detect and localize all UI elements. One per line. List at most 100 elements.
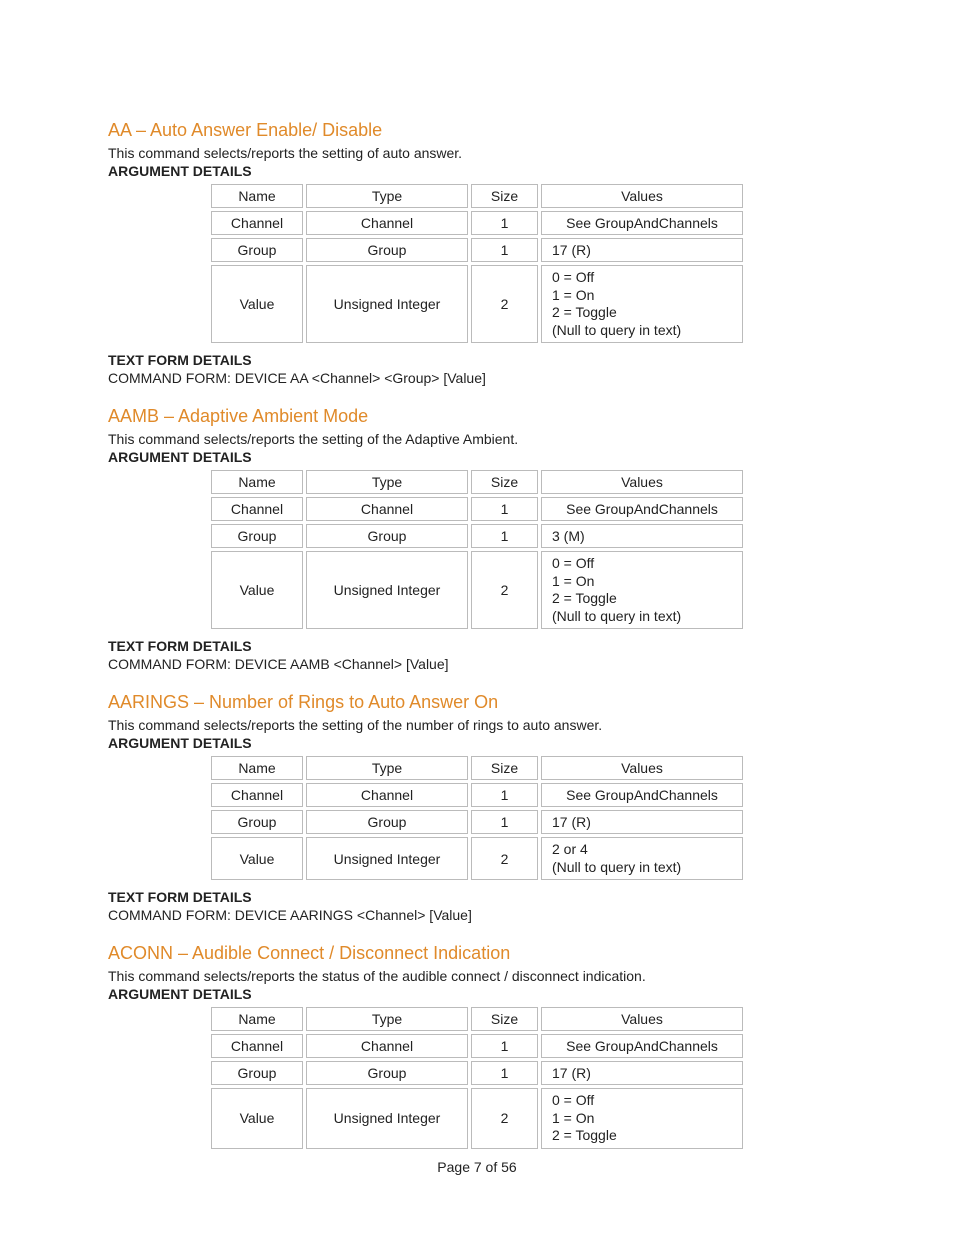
command-form: COMMAND FORM: DEVICE AARINGS <Channel> […: [108, 907, 846, 923]
cell-name: Value: [211, 1088, 303, 1149]
cell-values: See GroupAndChannels: [541, 1034, 743, 1058]
table-header-row: Name Type Size Values: [211, 1007, 743, 1031]
cell-size: 1: [471, 238, 538, 262]
argument-details-label: ARGUMENT DETAILS: [108, 449, 846, 465]
table-row: Group Group 1 3 (M): [211, 524, 743, 548]
th-name: Name: [211, 1007, 303, 1031]
table-header-row: Name Type Size Values: [211, 756, 743, 780]
th-size: Size: [471, 184, 538, 208]
section-description: This command selects/reports the setting…: [108, 145, 846, 161]
section-aconn: ACONN – Audible Connect / Disconnect Ind…: [108, 943, 846, 1152]
table-row: Group Group 1 17 (R): [211, 1061, 743, 1085]
cell-values: 0 = Off 1 = On 2 = Toggle: [541, 1088, 743, 1149]
cell-values: 0 = Off 1 = On 2 = Toggle (Null to query…: [541, 551, 743, 629]
cell-size: 2: [471, 837, 538, 880]
th-type: Type: [306, 1007, 468, 1031]
cell-size: 1: [471, 211, 538, 235]
argument-details-label: ARGUMENT DETAILS: [108, 735, 846, 751]
th-values: Values: [541, 1007, 743, 1031]
text-form-details-label: TEXT FORM DETAILS: [108, 889, 846, 905]
page-footer: Page 7 of 56: [0, 1159, 954, 1175]
table-row: Channel Channel 1 See GroupAndChannels: [211, 1034, 743, 1058]
command-form-value: DEVICE AAMB <Channel> [Value]: [235, 656, 449, 672]
th-name: Name: [211, 470, 303, 494]
argument-details-label: ARGUMENT DETAILS: [108, 986, 846, 1002]
th-name: Name: [211, 756, 303, 780]
cell-values: 2 or 4 (Null to query in text): [541, 837, 743, 880]
command-form-prefix: COMMAND FORM:: [108, 370, 235, 386]
cell-size: 1: [471, 810, 538, 834]
cell-name: Group: [211, 1061, 303, 1085]
argument-table: Name Type Size Values Channel Channel 1 …: [208, 1004, 746, 1152]
section-aarings: AARINGS – Number of Rings to Auto Answer…: [108, 692, 846, 923]
cell-size: 1: [471, 783, 538, 807]
command-form-value: DEVICE AA <Channel> <Group> [Value]: [235, 370, 486, 386]
cell-type: Unsigned Integer: [306, 837, 468, 880]
cell-name: Group: [211, 524, 303, 548]
argument-table: Name Type Size Values Channel Channel 1 …: [208, 753, 746, 883]
th-name: Name: [211, 184, 303, 208]
cell-type: Channel: [306, 211, 468, 235]
section-description: This command selects/reports the setting…: [108, 431, 846, 447]
th-size: Size: [471, 470, 538, 494]
cell-values: 17 (R): [541, 238, 743, 262]
cell-name: Value: [211, 551, 303, 629]
cell-name: Channel: [211, 783, 303, 807]
command-form-prefix: COMMAND FORM:: [108, 907, 235, 923]
cell-size: 1: [471, 524, 538, 548]
cell-type: Group: [306, 238, 468, 262]
cell-values: 17 (R): [541, 810, 743, 834]
table-header-row: Name Type Size Values: [211, 470, 743, 494]
cell-name: Channel: [211, 497, 303, 521]
section-title: AARINGS – Number of Rings to Auto Answer…: [108, 692, 846, 713]
cell-values: See GroupAndChannels: [541, 211, 743, 235]
section-aa: AA – Auto Answer Enable/ Disable This co…: [108, 120, 846, 386]
table-header-row: Name Type Size Values: [211, 184, 743, 208]
table-row: Channel Channel 1 See GroupAndChannels: [211, 497, 743, 521]
th-values: Values: [541, 756, 743, 780]
th-size: Size: [471, 1007, 538, 1031]
command-form: COMMAND FORM: DEVICE AA <Channel> <Group…: [108, 370, 846, 386]
cell-values: See GroupAndChannels: [541, 497, 743, 521]
text-form-details-label: TEXT FORM DETAILS: [108, 352, 846, 368]
section-description: This command selects/reports the setting…: [108, 717, 846, 733]
table-row: Group Group 1 17 (R): [211, 238, 743, 262]
cell-size: 2: [471, 1088, 538, 1149]
cell-name: Value: [211, 265, 303, 343]
th-type: Type: [306, 470, 468, 494]
command-form: COMMAND FORM: DEVICE AAMB <Channel> [Val…: [108, 656, 846, 672]
cell-type: Channel: [306, 497, 468, 521]
argument-table: Name Type Size Values Channel Channel 1 …: [208, 181, 746, 346]
cell-type: Group: [306, 810, 468, 834]
cell-type: Unsigned Integer: [306, 551, 468, 629]
command-form-prefix: COMMAND FORM:: [108, 656, 235, 672]
th-values: Values: [541, 184, 743, 208]
argument-table: Name Type Size Values Channel Channel 1 …: [208, 467, 746, 632]
table-row: Value Unsigned Integer 2 0 = Off 1 = On …: [211, 265, 743, 343]
cell-name: Group: [211, 238, 303, 262]
cell-name: Value: [211, 837, 303, 880]
cell-type: Unsigned Integer: [306, 1088, 468, 1149]
cell-size: 2: [471, 265, 538, 343]
table-row: Value Unsigned Integer 2 0 = Off 1 = On …: [211, 1088, 743, 1149]
section-title: AAMB – Adaptive Ambient Mode: [108, 406, 846, 427]
th-type: Type: [306, 184, 468, 208]
cell-name: Channel: [211, 211, 303, 235]
cell-size: 1: [471, 1034, 538, 1058]
cell-size: 1: [471, 497, 538, 521]
command-form-value: DEVICE AARINGS <Channel> [Value]: [235, 907, 472, 923]
cell-size: 1: [471, 1061, 538, 1085]
section-title: AA – Auto Answer Enable/ Disable: [108, 120, 846, 141]
cell-name: Group: [211, 810, 303, 834]
cell-type: Unsigned Integer: [306, 265, 468, 343]
cell-type: Group: [306, 524, 468, 548]
cell-size: 2: [471, 551, 538, 629]
cell-type: Channel: [306, 783, 468, 807]
th-type: Type: [306, 756, 468, 780]
th-values: Values: [541, 470, 743, 494]
text-form-details-label: TEXT FORM DETAILS: [108, 638, 846, 654]
section-description: This command selects/reports the status …: [108, 968, 846, 984]
table-row: Group Group 1 17 (R): [211, 810, 743, 834]
table-row: Value Unsigned Integer 2 2 or 4 (Null to…: [211, 837, 743, 880]
table-row: Channel Channel 1 See GroupAndChannels: [211, 211, 743, 235]
